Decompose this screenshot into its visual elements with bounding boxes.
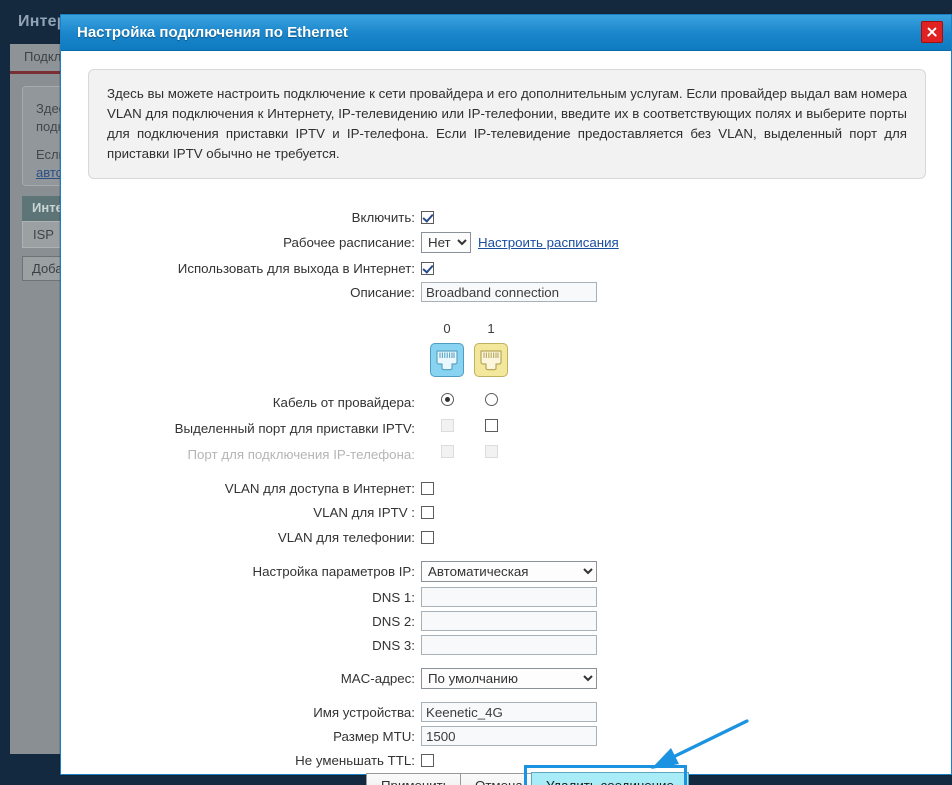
label-mac: MAC-адрес:: [340, 670, 415, 686]
label-schedule: Рабочее расписание:: [283, 234, 415, 250]
select-ip-settings[interactable]: Автоматическая: [421, 560, 597, 582]
select-schedule[interactable]: Нет: [421, 231, 471, 253]
row-isp-cable: Кабель от провайдера:: [61, 391, 952, 413]
label-vlan-phone: VLAN для телефонии:: [277, 529, 415, 545]
ethernet-connection-dialog: Настройка подключения по Ethernet Здесь …: [60, 14, 952, 785]
cell-ipphone-port0: [432, 445, 462, 458]
close-icon[interactable]: [921, 21, 943, 43]
checkbox-ipphone-port0: [440, 445, 454, 458]
row-no-ttl-decrement: Не уменьшать TTL:: [61, 749, 952, 771]
checkbox-vlan-internet[interactable]: [421, 481, 434, 495]
cell-isp-cable-port1: [476, 393, 506, 406]
row-schedule: Рабочее расписание: Нет Настроить распис…: [61, 231, 952, 253]
port-number-0: 0: [443, 321, 451, 336]
checkbox-use-for-internet[interactable]: [421, 261, 434, 275]
link-configure-schedules[interactable]: Настроить расписания: [478, 235, 619, 250]
cell-iptv-port0: [432, 419, 462, 432]
label-enable: Включить:: [351, 209, 415, 225]
radio-isp-cable-port1[interactable]: [484, 393, 498, 406]
row-vlan-phone: VLAN для телефонии:: [61, 526, 952, 548]
checkbox-enable[interactable]: [421, 210, 434, 224]
rj45-port-blue-icon[interactable]: [430, 343, 464, 377]
input-mtu[interactable]: [421, 726, 597, 746]
label-vlan-iptv: VLAN для IPTV :: [313, 504, 415, 520]
cancel-button[interactable]: Отмена: [460, 773, 538, 785]
row-use-for-internet: Использовать для выхода в Интернет:: [61, 257, 952, 279]
apply-button[interactable]: Применить: [366, 773, 465, 785]
label-vlan-internet: VLAN для доступа в Интернет:: [224, 480, 415, 496]
input-dns2[interactable]: [421, 611, 597, 631]
input-device-name[interactable]: [421, 702, 597, 722]
label-dns2: DNS 2:: [372, 613, 415, 629]
input-dns1[interactable]: [421, 587, 597, 607]
label-ipphone-port: Порт для подключения IP-телефона:: [187, 446, 415, 462]
input-description[interactable]: [421, 282, 597, 302]
label-iptv-port: Выделенный порт для приставки IPTV:: [174, 420, 415, 436]
port-number-1: 1: [487, 321, 495, 336]
info-box: Здесь вы можете настроить подключение к …: [88, 69, 926, 179]
label-isp-cable: Кабель от провайдера:: [272, 394, 415, 410]
label-dns3: DNS 3:: [372, 637, 415, 653]
rj45-jack-glyph: [436, 350, 458, 371]
row-mac: MAC-адрес: По умолчанию: [61, 667, 952, 689]
cell-isp-cable-port0: [432, 393, 462, 406]
input-dns3[interactable]: [421, 635, 597, 655]
dialog-title: Настройка подключения по Ethernet: [77, 24, 348, 41]
label-dns1: DNS 1:: [372, 589, 415, 605]
checkbox-iptv-port0: [440, 419, 454, 432]
dialog-titlebar: Настройка подключения по Ethernet: [61, 15, 951, 51]
cell-iptv-port1: [476, 419, 506, 432]
row-dns1: DNS 1:: [61, 586, 952, 608]
radio-isp-cable-port0[interactable]: [440, 393, 454, 406]
label-ip-settings: Настройка параметров IP:: [252, 563, 415, 579]
label-description: Описание:: [350, 284, 415, 300]
checkbox-vlan-phone[interactable]: [421, 530, 434, 544]
row-ipphone-port: Порт для подключения IP-телефона:: [61, 443, 952, 465]
row-dns3: DNS 3:: [61, 634, 952, 656]
rj45-jack-glyph: [480, 350, 502, 371]
row-enable: Включить:: [61, 206, 952, 228]
checkbox-no-ttl-decrement[interactable]: [421, 753, 434, 767]
row-ip-settings: Настройка параметров IP: Автоматическая: [61, 560, 952, 582]
checkbox-vlan-iptv[interactable]: [421, 505, 434, 519]
row-mtu: Размер MTU:: [61, 725, 952, 747]
row-vlan-internet: VLAN для доступа в Интернет:: [61, 477, 952, 499]
rj45-port-yellow-icon[interactable]: [474, 343, 508, 377]
label-mtu: Размер MTU:: [333, 728, 415, 744]
dialog-body: Здесь вы можете настроить подключение к …: [61, 51, 952, 785]
label-device-name: Имя устройства:: [313, 704, 415, 720]
row-description: Описание:: [61, 281, 952, 303]
row-device-name: Имя устройства:: [61, 701, 952, 723]
label-use-for-internet: Использовать для выхода в Интернет:: [177, 260, 415, 276]
cell-ipphone-port1: [476, 445, 506, 458]
delete-connection-button[interactable]: Удалить соединение: [531, 772, 689, 785]
row-vlan-iptv: VLAN для IPTV :: [61, 501, 952, 523]
checkbox-iptv-port1[interactable]: [484, 419, 498, 432]
row-iptv-port: Выделенный порт для приставки IPTV:: [61, 417, 952, 439]
label-no-ttl-decrement: Не уменьшать TTL:: [295, 752, 415, 768]
row-dns2: DNS 2:: [61, 610, 952, 632]
checkbox-ipphone-port1: [484, 445, 498, 458]
select-mac[interactable]: По умолчанию: [421, 667, 597, 689]
